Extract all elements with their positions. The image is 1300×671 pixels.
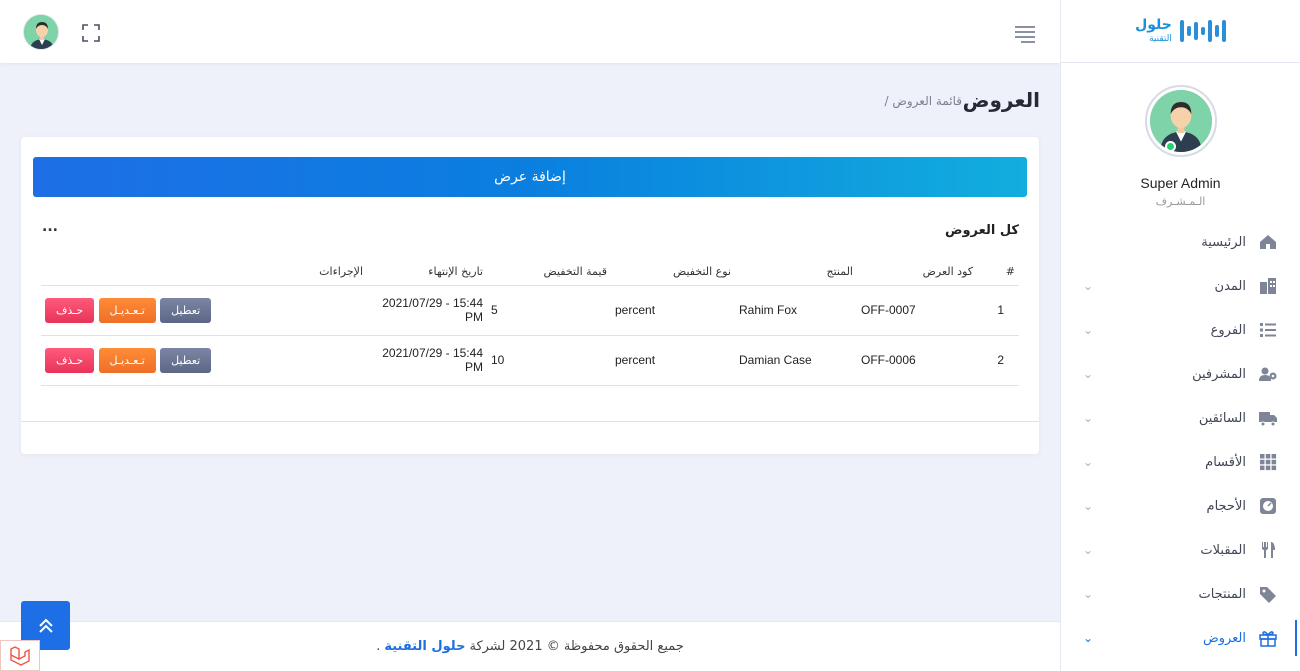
home-icon <box>1258 232 1278 252</box>
chevron-down-icon: ⌄ <box>1083 411 1094 425</box>
cell-product: Rahim Fox <box>735 285 857 336</box>
cell-code: OFF-0006 <box>857 335 977 386</box>
online-status-dot <box>1164 141 1176 152</box>
user-avatar[interactable] <box>23 14 59 50</box>
cell-discount-type: percent <box>611 335 735 386</box>
cell-product: Damian Case <box>735 335 857 386</box>
page-footer: جميع الحقوق محفوظة © 2021 لشركة حلول الت… <box>0 621 1060 671</box>
sidebar-item-9[interactable]: ⌄ العروض <box>1061 616 1300 660</box>
footer-text: جميع الحقوق محفوظة © 2021 لشركة <box>469 639 684 654</box>
sidebar-item-1[interactable]: ⌄ المدن <box>1061 264 1300 308</box>
list-icon <box>1258 320 1278 340</box>
sidebar-item-8[interactable]: ⌄ المنتجات <box>1061 572 1300 616</box>
sidebar-item-5[interactable]: ⌄ الأقسام <box>1061 440 1300 484</box>
table-row: 2 OFF-0006 Damian Case percent 10 2021/07/29 … <box>41 335 1019 386</box>
gift-icon <box>1258 628 1278 648</box>
col-actions: الإجراءات <box>41 259 367 286</box>
hamburger-menu-icon[interactable] <box>1015 26 1035 43</box>
sidebar-item-label: العروض <box>1202 630 1246 646</box>
page-title: العروض <box>962 88 1040 112</box>
cell-discount-value: 10 <box>487 335 611 386</box>
card-divider <box>21 421 1039 422</box>
sidebar-item-6[interactable]: ⌄ الأحجام <box>1061 484 1300 528</box>
disable-button[interactable]: تعطيل <box>160 297 212 323</box>
delete-button[interactable]: حـذف <box>45 347 95 373</box>
card-title: كل العروض <box>944 223 1019 238</box>
brand-sub: التقنية <box>1149 34 1172 44</box>
cell-expiry: 2021/07/29 - 15:44 PM <box>367 335 487 386</box>
chevron-down-icon: ⌄ <box>1083 279 1094 293</box>
table-row: 1 OFF-0007 Rahim Fox percent 5 2021/07/29 - 1… <box>41 285 1019 336</box>
cell-actions: حـذف تـعـديـل تعطيل <box>41 335 367 386</box>
chevron-down-icon: ⌄ <box>1083 543 1094 557</box>
profile-panel: Super Admin الـمـشـرف <box>1061 63 1300 208</box>
chevron-down-icon: ⌄ <box>1083 455 1094 469</box>
sidebar-item-label: السائقين <box>1198 410 1246 426</box>
profile-name: Super Admin <box>1140 175 1221 191</box>
col-index: # <box>977 259 1019 286</box>
card-options-icon[interactable]: ... <box>42 219 58 235</box>
offers-card: إضافة عرض كل العروض ... # كود العرض المن… <box>21 137 1039 454</box>
brand-name: حلول <box>1135 17 1172 33</box>
chevron-down-icon: ⌄ <box>1083 587 1094 601</box>
table-header-row: # كود العرض المنتج نوع التخفيض قيمة التخ… <box>41 259 1019 286</box>
sidebar-item-label: الأقسام <box>1205 454 1246 470</box>
sidebar-item-label: المنتجات <box>1198 586 1246 602</box>
city-icon <box>1258 276 1278 296</box>
col-expiry: تاريخ الإنتهاء <box>367 259 487 286</box>
sidebar-item-label: المقبلات <box>1200 542 1246 558</box>
laravel-debug-icon[interactable] <box>0 640 40 671</box>
double-chevron-up-icon <box>38 618 53 633</box>
breadcrumb[interactable]: / قائمة العروض <box>885 94 962 108</box>
sidebar-item-7[interactable]: ⌄ المقبلات <box>1061 528 1300 572</box>
footer-suffix: . <box>376 639 381 654</box>
scale-icon <box>1258 496 1278 516</box>
grid-icon <box>1258 452 1278 472</box>
sidebar-item-3[interactable]: ⌄ المشرفين <box>1061 352 1300 396</box>
col-product: المنتج <box>735 259 857 286</box>
cell-discount-type: percent <box>611 285 735 336</box>
col-discount-value: قيمة التخفيض <box>487 259 611 286</box>
truck-icon <box>1258 408 1278 428</box>
offers-table: # كود العرض المنتج نوع التخفيض قيمة التخ… <box>41 259 1019 386</box>
chevron-down-icon: ⌄ <box>1083 367 1094 381</box>
brand-logo[interactable]: حلول التقنية <box>1061 0 1300 63</box>
sidebar-item-label: المدن <box>1214 278 1246 294</box>
sidebar-item-4[interactable]: ⌄ السائقين <box>1061 396 1300 440</box>
edit-button[interactable]: تـعـديـل <box>98 347 156 373</box>
cell-code: OFF-0007 <box>857 285 977 336</box>
chevron-down-icon: ⌄ <box>1083 323 1094 337</box>
sidebar-item-2[interactable]: ⌄ الفروع <box>1061 308 1300 352</box>
edit-button[interactable]: تـعـديـل <box>98 297 156 323</box>
users-gear-icon <box>1258 364 1278 384</box>
sidebar-menu: الرئيسية ⌄ المدن ⌄ الفروع ⌄ المشرفين ⌄ السائقين ⌄… <box>1061 220 1300 660</box>
fullscreen-icon[interactable] <box>82 24 100 42</box>
topbar <box>0 0 1060 63</box>
col-code: كود العرض <box>857 259 977 286</box>
profile-role: الـمـشـرف <box>1155 195 1206 208</box>
utensils-icon <box>1258 540 1278 560</box>
sidebar-item-label: الرئيسية <box>1201 234 1246 250</box>
chevron-down-icon: ⌄ <box>1083 631 1094 645</box>
sidebar-item-label: الأحجام <box>1206 498 1246 514</box>
sidebar: حلول التقنية Super Admin الـمـشـرف الرئي… <box>1060 0 1300 671</box>
chevron-down-icon: ⌄ <box>1083 499 1094 513</box>
disable-button[interactable]: تعطيل <box>160 347 212 373</box>
profile-avatar[interactable] <box>1144 85 1217 157</box>
sidebar-item-label: الفروع <box>1210 322 1246 338</box>
delete-button[interactable]: حـذف <box>45 297 95 323</box>
sidebar-item-0[interactable]: الرئيسية <box>1061 220 1300 264</box>
cell-actions: حـذف تـعـديـل تعطيل <box>41 285 367 336</box>
col-discount-type: نوع التخفيض <box>611 259 735 286</box>
footer-brand-link[interactable]: حلول التقنية <box>384 639 465 654</box>
cell-discount-value: 5 <box>487 285 611 336</box>
cell-index: 1 <box>977 285 1019 336</box>
cell-index: 2 <box>977 335 1019 386</box>
tags-icon <box>1258 584 1278 604</box>
cell-expiry: 2021/07/29 - 15:44 PM <box>367 285 487 336</box>
add-offer-button[interactable]: إضافة عرض <box>33 157 1027 197</box>
sidebar-item-label: المشرفين <box>1192 366 1246 382</box>
logo-mark-icon <box>1179 16 1226 46</box>
